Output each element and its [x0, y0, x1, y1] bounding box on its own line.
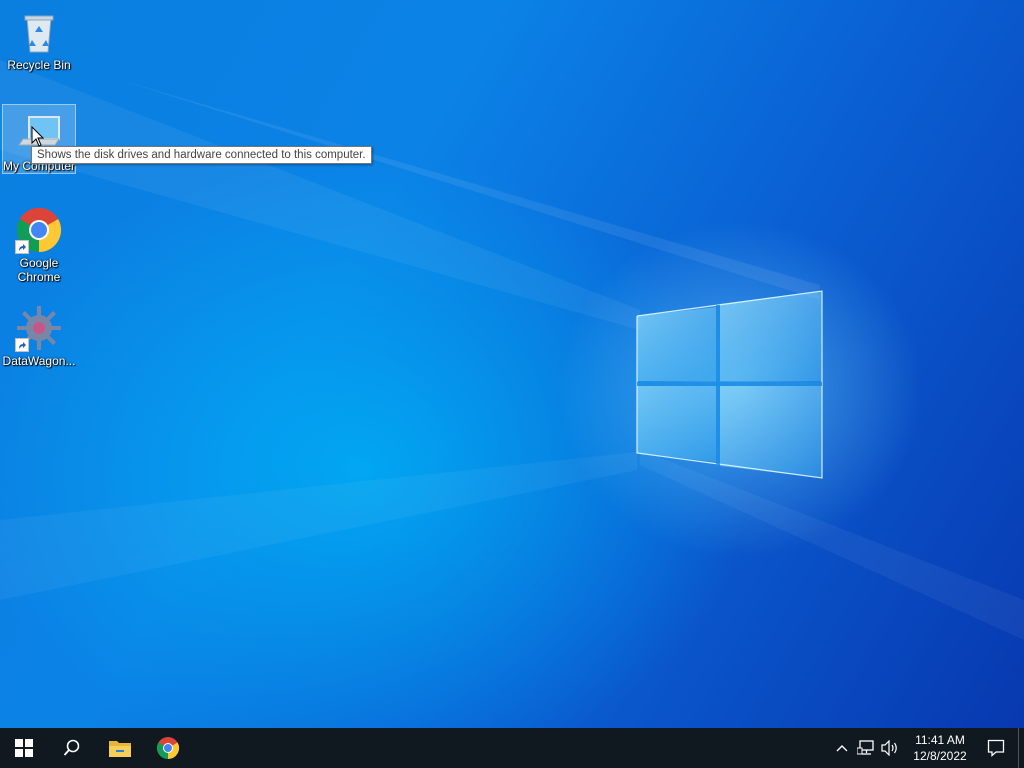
- desktop-icon-google-chrome[interactable]: Google Chrome: [2, 202, 76, 284]
- action-center-button[interactable]: [974, 728, 1018, 768]
- shortcut-arrow-icon: [15, 338, 29, 352]
- taskbar-file-explorer[interactable]: [96, 728, 144, 768]
- file-explorer-icon: [109, 741, 131, 757]
- clock[interactable]: 11:41 AM 12/8/2022: [906, 732, 974, 764]
- network-icon: [857, 740, 874, 755]
- tooltip: Shows the disk drives and hardware conne…: [31, 146, 372, 164]
- volume-button[interactable]: [878, 728, 902, 768]
- chevron-up-icon: [836, 745, 848, 752]
- desktop-background[interactable]: Recycle Bin My Computer Google Chrome Da…: [0, 0, 1024, 728]
- chrome-icon: [15, 206, 63, 254]
- clock-date: 12/8/2022: [913, 749, 967, 763]
- desktop-icon-recycle-bin[interactable]: Recycle Bin: [2, 4, 76, 72]
- windows-start-icon: [15, 739, 33, 757]
- recycle-bin-icon: [15, 8, 63, 56]
- chrome-icon: [156, 737, 180, 759]
- windows-logo-wallpaper: [636, 290, 823, 479]
- mouse-cursor-icon: [31, 126, 45, 147]
- system-tray: 11:41 AM 12/8/2022: [830, 728, 1024, 768]
- volume-icon: [881, 740, 897, 756]
- network-button[interactable]: [854, 728, 878, 768]
- show-hidden-icons-button[interactable]: [830, 728, 854, 768]
- search-button[interactable]: [48, 728, 96, 768]
- wallpaper-light-beams: [0, 60, 1024, 640]
- shortcut-arrow-icon: [15, 240, 29, 254]
- search-icon: [63, 739, 80, 756]
- clock-time: 11:41 AM: [915, 733, 965, 747]
- desktop-icon-label: Google Chrome: [17, 256, 61, 284]
- desktop-icon-datawagon[interactable]: DataWagon...: [2, 300, 76, 368]
- datawagon-icon: [15, 304, 63, 352]
- taskbar-chrome[interactable]: [144, 728, 192, 768]
- desktop-icon-label: DataWagon...: [2, 354, 76, 368]
- taskbar: 11:41 AM 12/8/2022: [0, 728, 1024, 768]
- show-desktop-button[interactable]: [1018, 728, 1024, 768]
- action-center-icon: [987, 739, 1005, 757]
- start-button[interactable]: [0, 728, 48, 768]
- desktop-icon-label: Recycle Bin: [7, 58, 71, 72]
